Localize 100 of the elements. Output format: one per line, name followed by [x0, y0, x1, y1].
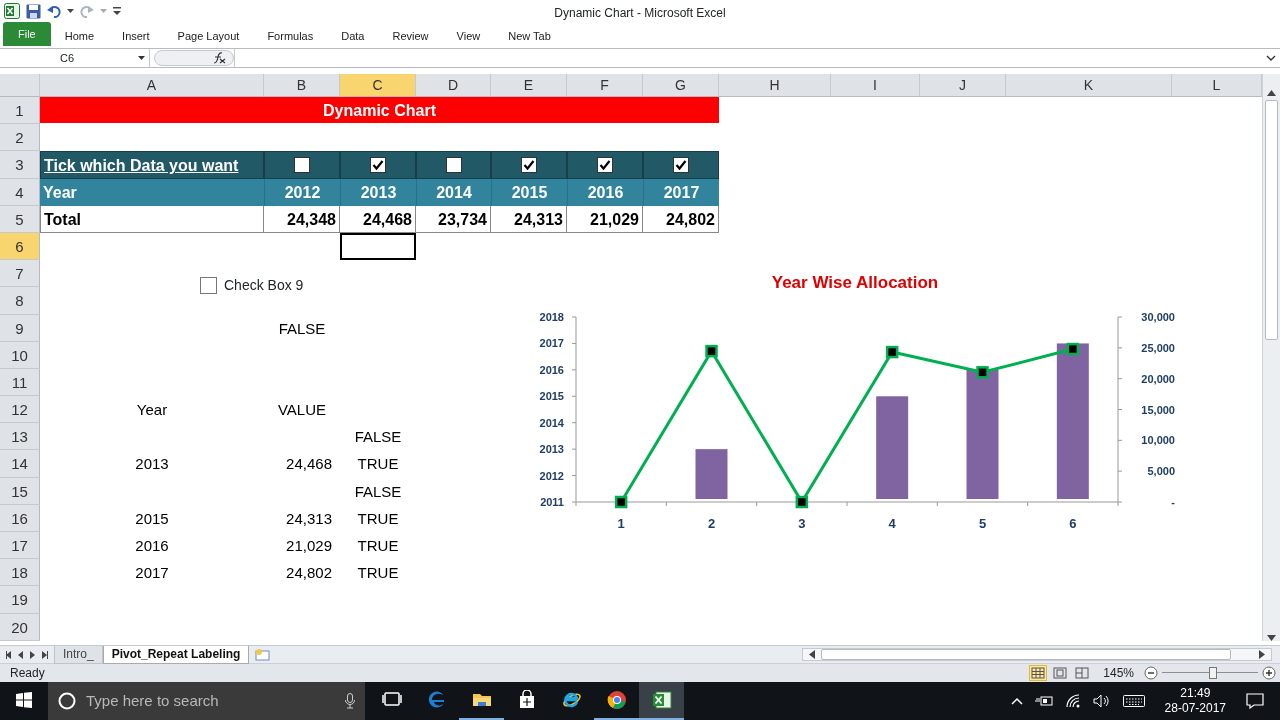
- checkbox[interactable]: [294, 156, 310, 173]
- slider-thumb[interactable]: [1208, 667, 1217, 679]
- row-header[interactable]: 5: [0, 205, 40, 233]
- ribbon-tab[interactable]: Home: [50, 25, 109, 46]
- battery-plug-icon[interactable]: [1034, 695, 1053, 707]
- sheet-tab[interactable]: Pivot_Repeat Labeling: [102, 645, 250, 664]
- table-cell[interactable]: TRUE: [340, 532, 416, 560]
- table-cell[interactable]: TRUE: [340, 504, 416, 532]
- checkbox[interactable]: [445, 156, 462, 173]
- notification-icon[interactable]: [1246, 693, 1264, 709]
- ribbon-tab[interactable]: Page Layout: [163, 25, 254, 46]
- table-cell[interactable]: 2016: [40, 532, 264, 560]
- row-header[interactable]: 12: [0, 396, 40, 424]
- row-header[interactable]: 2: [0, 124, 40, 152]
- spreadsheet-app-icon[interactable]: [4, 3, 20, 19]
- scroll-down-icon[interactable]: [1267, 635, 1276, 641]
- microphone-icon[interactable]: [345, 693, 355, 709]
- table-cell[interactable]: 21,029: [264, 532, 340, 560]
- checkbox[interactable]: [597, 156, 613, 173]
- table-cell[interactable]: 2015: [40, 504, 264, 532]
- table-cell[interactable]: Tick which Data you want: [40, 151, 264, 179]
- scrollbar-thumb[interactable]: [1265, 100, 1278, 340]
- table-cell[interactable]: 24,348: [264, 205, 340, 233]
- table-cell[interactable]: 24,313: [491, 205, 567, 233]
- table-cell[interactable]: 24,802: [643, 205, 719, 233]
- next-sheet-icon[interactable]: [30, 650, 36, 659]
- taskbar-app-button[interactable]: [639, 682, 684, 720]
- ribbon-tab[interactable]: Data: [327, 25, 379, 46]
- column-header[interactable]: A: [40, 74, 264, 97]
- dropdown-arrow-icon[interactable]: [138, 55, 145, 61]
- view-button[interactable]: [1073, 665, 1092, 681]
- view-button[interactable]: [1051, 665, 1070, 681]
- table-cell[interactable]: 24,313: [264, 504, 340, 532]
- column-header[interactable]: D: [416, 74, 491, 97]
- column-header[interactable]: F: [567, 74, 643, 97]
- first-sheet-icon[interactable]: [6, 650, 12, 659]
- undo-icon[interactable]: [47, 4, 61, 18]
- table-header-cell[interactable]: 2013: [340, 178, 416, 206]
- zoom-level[interactable]: 145%: [1103, 664, 1134, 682]
- view-button[interactable]: [1029, 665, 1048, 681]
- last-sheet-icon[interactable]: [42, 650, 48, 659]
- checkbox[interactable]: [370, 156, 386, 173]
- table-cell[interactable]: 24,802: [264, 559, 340, 587]
- table-cell[interactable]: 2013: [40, 450, 264, 478]
- ribbon-tab[interactable]: New Tab: [494, 25, 565, 46]
- save-icon[interactable]: [26, 3, 41, 19]
- zoom-out-icon[interactable]: [1144, 666, 1158, 680]
- row-header[interactable]: 11: [0, 368, 40, 397]
- table-cell[interactable]: TRUE: [340, 450, 416, 478]
- row-header[interactable]: 18: [0, 559, 40, 587]
- checkbox[interactable]: [200, 277, 217, 294]
- horizontal-scrollbar[interactable]: [802, 648, 1272, 661]
- table-cell[interactable]: FALSE: [264, 314, 340, 342]
- zoom-in-icon[interactable]: [1262, 666, 1276, 680]
- table-cell[interactable]: Year: [40, 396, 264, 424]
- ribbon-tab[interactable]: View: [442, 25, 495, 46]
- checkbox[interactable]: [673, 156, 689, 173]
- row-header[interactable]: 17: [0, 532, 40, 560]
- column-header[interactable]: L: [1172, 74, 1262, 97]
- row-header[interactable]: 3: [0, 151, 40, 179]
- column-header[interactable]: H: [719, 74, 831, 97]
- row-header[interactable]: 20: [0, 613, 40, 641]
- table-cell[interactable]: 24,468: [340, 205, 416, 233]
- vertical-scrollbar[interactable]: [1262, 74, 1280, 641]
- column-header[interactable]: E: [491, 74, 567, 97]
- keyboard-icon[interactable]: [1122, 695, 1145, 707]
- active-cell[interactable]: [340, 232, 416, 261]
- table-header-cell[interactable]: 2017: [643, 178, 719, 206]
- wifi-icon[interactable]: [1064, 694, 1081, 708]
- table-cell[interactable]: 21,029: [567, 205, 643, 233]
- scroll-left-icon[interactable]: [809, 650, 815, 659]
- ribbon-tab[interactable]: Insert: [108, 25, 164, 46]
- column-header[interactable]: I: [831, 74, 920, 97]
- row-header[interactable]: 14: [0, 450, 40, 478]
- row-header[interactable]: 15: [0, 477, 40, 505]
- column-header[interactable]: J: [920, 74, 1006, 97]
- column-header[interactable]: G: [643, 74, 719, 97]
- table-header-cell[interactable]: 2012: [264, 178, 340, 206]
- row-header[interactable]: 7: [0, 260, 40, 288]
- row-header[interactable]: 13: [0, 423, 40, 451]
- row-header[interactable]: 4: [0, 178, 40, 206]
- insert-function-icon[interactable]: [212, 52, 226, 64]
- expand-formula-icon[interactable]: [1266, 54, 1276, 62]
- scroll-right-icon[interactable]: [1259, 650, 1265, 659]
- table-cell[interactable]: FALSE: [340, 477, 416, 505]
- file-tab[interactable]: File: [3, 21, 51, 46]
- row-header[interactable]: 8: [0, 287, 40, 315]
- sheet-title-cell[interactable]: Dynamic Chart: [40, 97, 719, 123]
- name-box[interactable]: C6: [0, 49, 150, 67]
- caret-icon[interactable]: [67, 8, 74, 14]
- table-header-cell[interactable]: 2014: [416, 178, 491, 206]
- row-header[interactable]: 19: [0, 586, 40, 614]
- scrollbar-thumb[interactable]: [821, 649, 1231, 660]
- table-cell[interactable]: TRUE: [340, 559, 416, 587]
- sheet-tab[interactable]: Intro_: [54, 645, 103, 664]
- row-header[interactable]: 10: [0, 341, 40, 369]
- row-header[interactable]: 6: [0, 232, 40, 261]
- row-header[interactable]: 16: [0, 504, 40, 532]
- ribbon-tab[interactable]: Formulas: [253, 25, 328, 46]
- table-cell[interactable]: FALSE: [340, 423, 416, 451]
